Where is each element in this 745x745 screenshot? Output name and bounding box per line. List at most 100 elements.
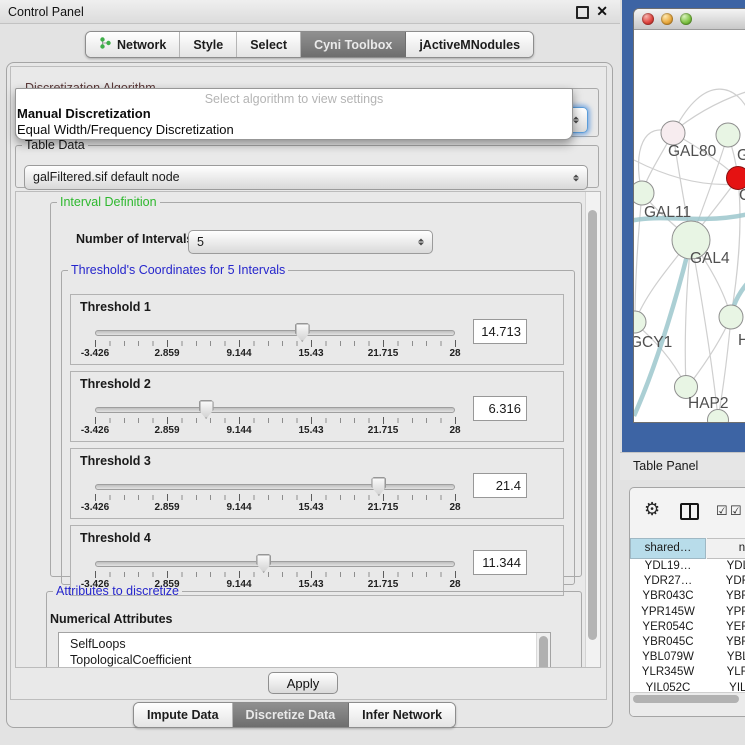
column-header-name[interactable]: n bbox=[707, 538, 745, 559]
table-row[interactable]: YER054CYER0 bbox=[630, 620, 745, 635]
window-zoom-button[interactable] bbox=[680, 13, 692, 25]
table-horizontal-scrollbar[interactable] bbox=[630, 692, 745, 717]
float-window-icon[interactable] bbox=[576, 6, 589, 19]
checkbox-icon[interactable]: ☑ bbox=[716, 503, 728, 519]
threshold-4-value[interactable]: 11.344 bbox=[473, 550, 527, 575]
node-label: GAL11 bbox=[644, 204, 691, 221]
slider-track[interactable] bbox=[95, 561, 455, 567]
combo-arrows-icon bbox=[572, 114, 581, 127]
cell[interactable]: YDR2 bbox=[706, 574, 745, 589]
scale-label: -3.426 bbox=[81, 425, 109, 436]
major-tick bbox=[239, 571, 240, 578]
number-of-intervals-select[interactable]: 5 bbox=[188, 230, 433, 254]
split-pane-icon[interactable] bbox=[680, 503, 699, 520]
scale-label: 21.715 bbox=[368, 425, 399, 436]
network-canvas[interactable]: GAL80 GA C GAL11 GAL4 GCY1 H HAP2 bbox=[634, 30, 745, 422]
table-row[interactable]: YBR043CYBR0 bbox=[630, 589, 745, 604]
table-row[interactable]: YBL079WYBL0 bbox=[630, 650, 745, 665]
window-close-button[interactable] bbox=[642, 13, 654, 25]
checkbox-icon[interactable]: ☑ bbox=[730, 503, 742, 519]
slider-thumb[interactable] bbox=[295, 323, 310, 342]
cell[interactable]: YLR345W bbox=[630, 665, 706, 680]
threshold-1-box: Threshold 1 -3.4262.8599.14415.4321.7152… bbox=[70, 294, 564, 365]
node-gal80[interactable] bbox=[661, 121, 685, 145]
tab-cyni-toolbox[interactable]: Cyni Toolbox bbox=[301, 32, 406, 57]
slider-track[interactable] bbox=[95, 330, 455, 336]
slider-thumb[interactable] bbox=[256, 554, 271, 573]
major-tick bbox=[239, 417, 240, 424]
node-gal11[interactable] bbox=[634, 181, 654, 205]
threshold-2-value[interactable]: 6.316 bbox=[473, 396, 527, 421]
node-label: H bbox=[738, 332, 745, 349]
tab-label: Style bbox=[193, 38, 223, 52]
number-of-intervals-label: Number of Intervals bbox=[76, 232, 193, 246]
column-header-shared-name[interactable]: shared… bbox=[630, 538, 706, 559]
node-h[interactable] bbox=[719, 305, 743, 329]
combo-arrows-icon bbox=[572, 171, 581, 184]
table-row[interactable]: YLR345WYLR3 bbox=[630, 665, 745, 680]
cell[interactable]: YPR1 bbox=[706, 605, 745, 620]
apply-button[interactable]: Apply bbox=[268, 672, 338, 694]
scale-label: 15.43 bbox=[298, 425, 323, 436]
major-tick bbox=[311, 340, 312, 347]
table-row[interactable]: YPR145WYPR1 bbox=[630, 605, 745, 620]
major-tick bbox=[167, 494, 168, 501]
list-scrollbar[interactable] bbox=[536, 633, 550, 668]
cell[interactable]: YBL079W bbox=[630, 650, 706, 665]
list-item[interactable]: TopologicalCoefficient bbox=[59, 652, 550, 668]
table-row[interactable]: YDL19…YDL1 bbox=[630, 559, 745, 574]
cell[interactable]: YBL0 bbox=[706, 650, 745, 665]
slider-thumb[interactable] bbox=[371, 477, 386, 496]
tab-jactivemnodules[interactable]: jActiveMNodules bbox=[406, 32, 533, 57]
list-item[interactable]: SelfLoops bbox=[59, 633, 550, 652]
cell[interactable]: YER0 bbox=[706, 620, 745, 635]
scrollbar-thumb[interactable] bbox=[539, 636, 548, 668]
threshold-2-box: Threshold 2 -3.4262.8599.14415.4321.7152… bbox=[70, 371, 564, 442]
network-desktop-frame: GAL80 GA C GAL11 GAL4 GCY1 H HAP2 bbox=[622, 0, 745, 452]
cell[interactable]: YLR3 bbox=[706, 665, 745, 680]
tab-select[interactable]: Select bbox=[237, 32, 301, 57]
node-gcy1[interactable] bbox=[634, 311, 646, 333]
table-row[interactable]: YBR045CYBR0 bbox=[630, 635, 745, 650]
close-icon[interactable]: ✕ bbox=[596, 3, 608, 20]
major-tick bbox=[383, 571, 384, 578]
cell[interactable]: YDL1 bbox=[706, 559, 745, 574]
cell[interactable]: YDR27… bbox=[630, 574, 706, 589]
cell[interactable]: YDL19… bbox=[630, 559, 706, 574]
threshold-3-value[interactable]: 21.4 bbox=[473, 473, 527, 498]
cell[interactable]: YBR043C bbox=[630, 589, 706, 604]
tab-style[interactable]: Style bbox=[180, 32, 237, 57]
slider-track[interactable] bbox=[95, 407, 455, 413]
slider-track[interactable] bbox=[95, 484, 455, 490]
cell[interactable]: YBR0 bbox=[706, 635, 745, 650]
tab-network[interactable]: Network bbox=[86, 32, 180, 57]
scrollbar-thumb[interactable] bbox=[588, 210, 597, 640]
table-panel-titlebar: Table Panel bbox=[620, 452, 745, 480]
dropdown-option-equal-width[interactable]: Equal Width/Frequency Discretization bbox=[17, 122, 234, 137]
scrollbar-thumb[interactable] bbox=[633, 695, 739, 703]
node-top-right[interactable] bbox=[716, 123, 740, 147]
table-data-select[interactable]: galFiltered.sif default node bbox=[24, 165, 588, 190]
tab-infer-network[interactable]: Infer Network bbox=[349, 703, 455, 727]
threshold-2-slider[interactable]: -3.4262.8599.14415.4321.71528 bbox=[95, 398, 455, 440]
settings-scrollbar[interactable] bbox=[585, 192, 600, 667]
numerical-attributes-list[interactable]: SelfLoops TopologicalCoefficient Between… bbox=[58, 632, 551, 668]
network-window-titlebar[interactable] bbox=[634, 9, 745, 30]
threshold-1-slider[interactable]: -3.4262.8599.14415.4321.71528 bbox=[95, 321, 455, 363]
threshold-3-slider[interactable]: -3.4262.8599.14415.4321.71528 bbox=[95, 475, 455, 517]
table-row[interactable]: YDR27…YDR2 bbox=[630, 574, 745, 589]
cell[interactable]: YPR145W bbox=[630, 605, 706, 620]
tab-impute-data[interactable]: Impute Data bbox=[134, 703, 233, 727]
slider-thumb[interactable] bbox=[199, 400, 214, 419]
major-tick bbox=[239, 340, 240, 347]
major-tick bbox=[167, 571, 168, 578]
gear-icon[interactable]: ⚙ bbox=[644, 499, 660, 520]
cell[interactable]: YBR045C bbox=[630, 635, 706, 650]
threshold-1-value[interactable]: 14.713 bbox=[473, 319, 527, 344]
tab-discretize-data[interactable]: Discretize Data bbox=[233, 703, 350, 727]
cell[interactable]: YER054C bbox=[630, 620, 706, 635]
dropdown-option-manual[interactable]: Manual Discretization bbox=[17, 106, 151, 121]
cell[interactable]: YBR0 bbox=[706, 589, 745, 604]
window-minimize-button[interactable] bbox=[661, 13, 673, 25]
threshold-3-box: Threshold 3 -3.4262.8599.14415.4321.7152… bbox=[70, 448, 564, 519]
